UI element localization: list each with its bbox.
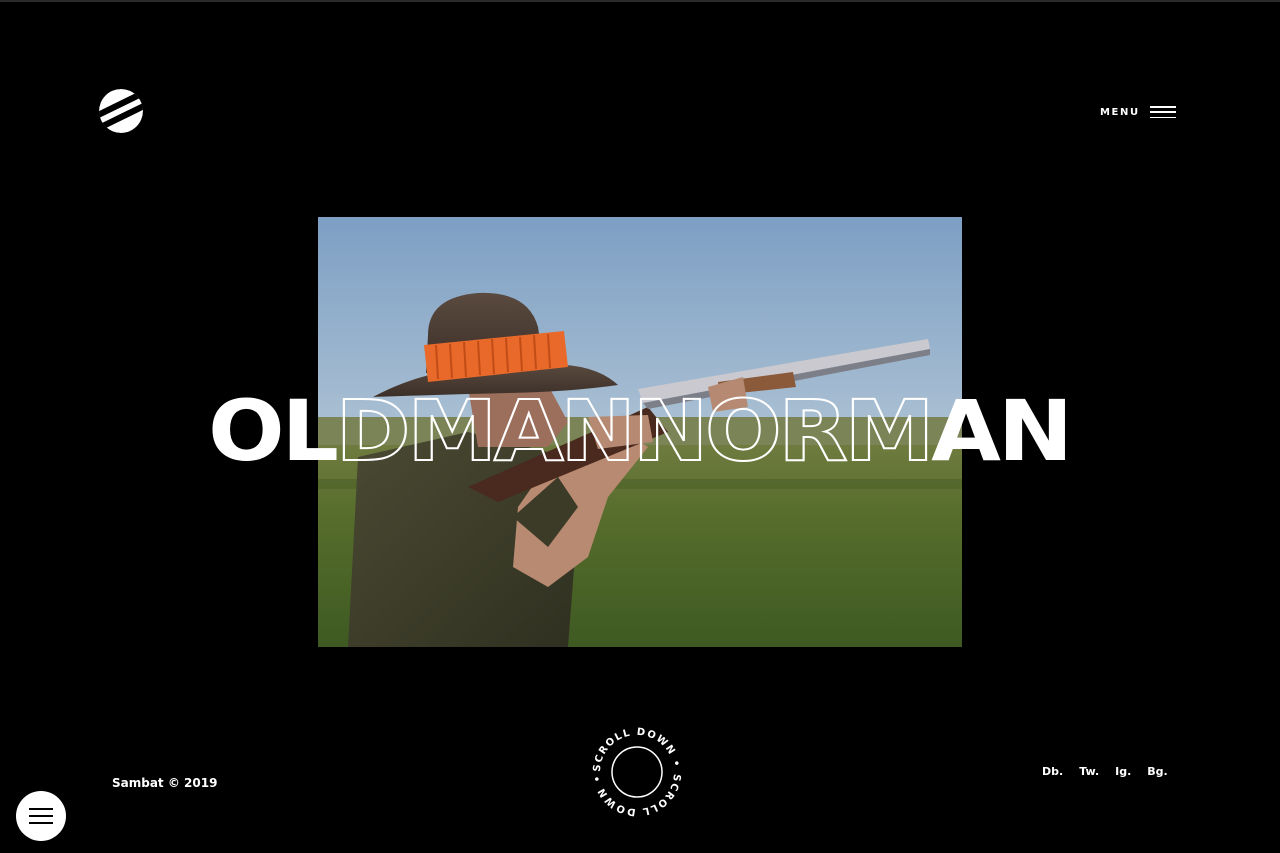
social-links: Db. Tw. Ig. Bg.: [1042, 765, 1168, 778]
social-link-twitter[interactable]: Tw.: [1079, 765, 1099, 778]
title-solid-left: OL: [208, 382, 337, 480]
copyright-text: Sambat © 2019: [112, 776, 218, 790]
title-outline: DMANNORM: [336, 382, 931, 480]
hero-title: OL DMANNORM AN: [0, 381, 1280, 482]
logo-icon[interactable]: [98, 88, 144, 134]
social-link-instagram[interactable]: Ig.: [1115, 765, 1131, 778]
scroll-down-text: SCROLL DOWN • SCROLL DOWN •: [592, 727, 682, 817]
social-link-blog[interactable]: Bg.: [1147, 765, 1167, 778]
title-solid-right: AN: [931, 382, 1070, 480]
page: MENU OL DMANNORM AN Sambat © 2019 SCROLL…: [0, 0, 1280, 853]
hero-title-text: OL DMANNORM AN: [208, 382, 1070, 480]
floating-menu-button[interactable]: [16, 791, 66, 841]
hamburger-icon: [29, 808, 53, 810]
menu-label: MENU: [1100, 106, 1140, 118]
social-link-dribbble[interactable]: Db.: [1042, 765, 1063, 778]
scroll-down-button[interactable]: SCROLL DOWN • SCROLL DOWN •: [582, 724, 692, 820]
hamburger-icon: [1149, 106, 1176, 118]
menu-button[interactable]: MENU: [1100, 106, 1176, 118]
